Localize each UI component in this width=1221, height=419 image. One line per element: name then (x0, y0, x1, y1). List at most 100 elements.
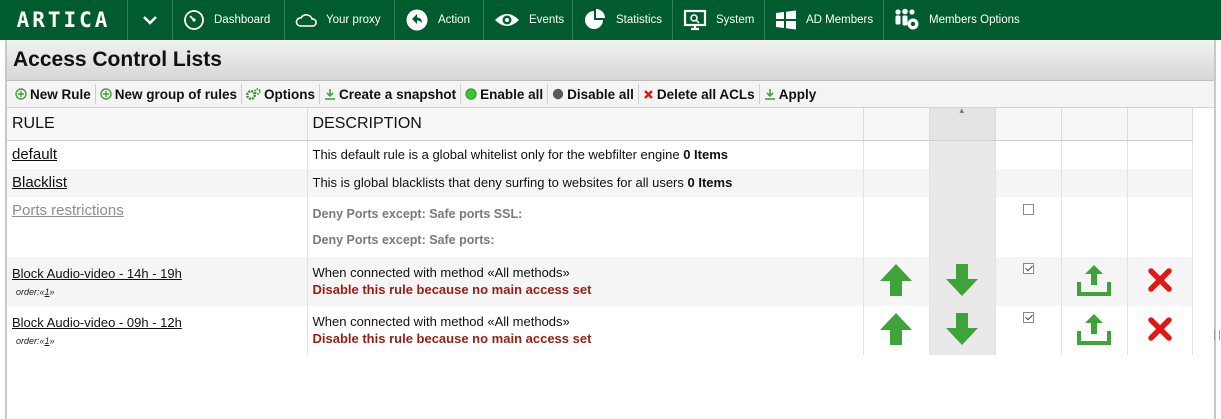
move-up-arrow-icon[interactable] (878, 262, 914, 298)
create-snapshot-button[interactable]: Create a snapshot (320, 84, 462, 104)
rule-link[interactable]: Ports restrictions (12, 202, 124, 219)
panel-header: Access Control Lists (7, 40, 1214, 81)
order-suffix: » (49, 286, 55, 297)
nav-system[interactable]: System (673, 0, 765, 40)
page-title: Access Control Lists (13, 48, 222, 71)
nav-dashboard[interactable]: Dashboard (173, 0, 285, 40)
column-header-enabled[interactable] (995, 108, 1062, 141)
grey-dot-icon (552, 88, 564, 100)
port-rule-ssl: Deny Ports except: Safe ports SSL: (312, 206, 523, 221)
nav-label: Events (529, 14, 565, 26)
rule-link[interactable]: Block Audio-video - 14h - 19h (12, 266, 302, 281)
table-row: Block Audio-video - 14h - 19h order:«1» … (7, 256, 1193, 306)
nav-ad-members[interactable]: AD Members (765, 0, 884, 40)
red-x-icon (644, 89, 653, 99)
nav-dropdown-toggle[interactable] (128, 0, 173, 40)
enabled-checkbox[interactable] (1022, 262, 1034, 274)
rule-link[interactable]: Blacklist (12, 174, 67, 191)
pie-chart-icon (585, 9, 605, 29)
description-text: When connected with method «All methods» (312, 314, 570, 329)
delete-all-acls-label: Delete all ACLs (656, 86, 755, 102)
table-row: Block Audio-video - 09h - 12h order:«1» … (7, 305, 1193, 355)
description-text: This is global blacklists that deny surf… (312, 175, 684, 190)
export-icon[interactable] (1076, 262, 1112, 298)
new-group-label: New group of rules (114, 86, 238, 102)
windows-icon (776, 10, 796, 30)
download-icon (764, 89, 775, 100)
gears-icon (246, 88, 261, 100)
rule-link[interactable]: Block Audio-video - 09h - 12h (12, 315, 302, 330)
nav-your-proxy[interactable]: Your proxy (285, 0, 395, 40)
plus-circle-icon (15, 88, 27, 100)
new-rule-label: New Rule (30, 86, 91, 102)
move-down-arrow-icon[interactable] (944, 262, 980, 298)
apply-label: Apply (778, 86, 817, 102)
acl-toolbar: New Rule New group of rules Options Crea… (7, 81, 1214, 108)
nav-label: Members Options (929, 14, 1020, 26)
table-row: Blacklist This is global blacklists that… (7, 168, 1193, 197)
options-button[interactable]: Options (242, 84, 321, 104)
nav-label: Action (438, 14, 470, 26)
export-icon[interactable] (1076, 311, 1112, 347)
table-header-row: RULE DESCRIPTION ▴ (7, 105, 1193, 141)
nav-label: Your proxy (326, 14, 381, 26)
column-header-down[interactable]: ▴ (929, 105, 996, 141)
new-rule-button[interactable]: New Rule (11, 84, 96, 104)
enable-all-button[interactable]: Enable all (461, 84, 549, 104)
nav-action[interactable]: Action (395, 0, 484, 40)
column-header-up[interactable] (863, 108, 930, 141)
items-count: 0 Items (683, 147, 729, 163)
nav-label: AD Members (806, 14, 874, 26)
new-group-button[interactable]: New group of rules (96, 84, 243, 104)
logo-text: ARTICA (16, 8, 111, 32)
column-header-export[interactable] (1061, 108, 1128, 141)
column-header-description[interactable]: DESCRIPTION (307, 108, 864, 141)
gauge-icon (184, 10, 204, 30)
monitor-icon (683, 9, 707, 31)
delete-x-icon[interactable] (1147, 267, 1173, 293)
move-down-arrow-icon[interactable] (944, 311, 980, 347)
rule-description: Deny Ports except: Safe ports SSL: Deny … (307, 196, 864, 257)
users-gear-icon (895, 8, 919, 30)
rule-link[interactable]: default (12, 146, 57, 163)
order-suffix: » (49, 335, 55, 346)
acl-table: RULE DESCRIPTION ▴ default This default … (7, 105, 1193, 355)
nav-members-options[interactable]: Members Options (884, 0, 1030, 40)
options-label: Options (264, 86, 316, 102)
rule-description: This default rule is a global whitelist … (307, 140, 864, 169)
column-header-delete[interactable] (1127, 108, 1193, 141)
rule-description: When connected with method «All methods»… (307, 305, 864, 355)
cloud-icon (295, 14, 317, 27)
artica-logo[interactable]: ARTICA (0, 0, 128, 40)
plus-circle-icon (100, 88, 112, 100)
table-row: Ports restrictions Deny Ports except: Sa… (7, 196, 1193, 257)
sort-indicator-icon: ▴ (959, 105, 965, 115)
rule-order: order:«1» (16, 336, 302, 346)
enable-all-label: Enable all (480, 86, 544, 102)
nav-label: Dashboard (214, 14, 271, 26)
apply-button[interactable]: Apply (760, 84, 821, 104)
description-text: This default rule is a global whitelist … (312, 147, 680, 163)
nav-events[interactable]: Events (484, 0, 573, 40)
items-count: 0 Items (687, 175, 733, 190)
top-navbar: ARTICA Dashboard Your proxy Action Event… (0, 0, 1221, 40)
delete-all-acls-button[interactable]: Delete all ACLs (639, 84, 760, 104)
order-prefix: order:« (16, 335, 45, 346)
table-row: default This default rule is a global wh… (7, 140, 1193, 169)
move-up-arrow-icon[interactable] (878, 311, 914, 347)
rule-warning: Disable this rule because no main access… (312, 331, 592, 346)
rule-warning: Disable this rule because no main access… (312, 282, 592, 297)
nav-label: System (716, 14, 755, 26)
create-snapshot-label: Create a snapshot (339, 86, 457, 102)
port-rule-safe: Deny Ports except: Safe ports: (312, 232, 495, 247)
nav-statistics[interactable]: Statistics (573, 0, 673, 40)
disable-all-button[interactable]: Disable all (548, 84, 639, 104)
delete-x-icon[interactable] (1147, 316, 1173, 342)
resize-grip[interactable] (1214, 330, 1220, 340)
description-text: When connected with method «All methods» (312, 265, 570, 280)
eye-icon (495, 14, 519, 26)
enabled-checkbox[interactable] (1022, 311, 1034, 323)
chevron-down-icon (143, 16, 157, 25)
column-header-rule[interactable]: RULE (7, 108, 308, 141)
enabled-checkbox[interactable] (1022, 203, 1034, 215)
